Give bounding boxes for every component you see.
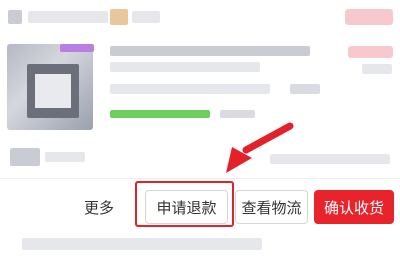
store-name <box>28 11 108 23</box>
store-extra <box>132 11 160 23</box>
service-tag-extra <box>220 110 255 118</box>
product-qty <box>362 64 392 74</box>
product-title-line-1[interactable] <box>110 46 310 56</box>
store-badge <box>110 9 128 25</box>
product-title-line-2[interactable] <box>110 62 260 72</box>
annotation-highlight-box <box>135 181 234 227</box>
service-tag <box>110 110 210 118</box>
bottom-info <box>22 238 262 250</box>
summary-right <box>270 154 390 164</box>
more-button[interactable]: 更多 <box>84 197 114 218</box>
store-icon <box>8 10 22 24</box>
product-image-highlight <box>35 74 71 108</box>
summary-left <box>45 152 85 162</box>
product-tag <box>60 44 94 52</box>
divider <box>0 178 400 179</box>
product-price <box>348 46 393 58</box>
product-image[interactable] <box>7 44 93 130</box>
summary-icon <box>10 148 40 166</box>
order-status <box>345 9 393 25</box>
confirm-receipt-button[interactable]: 确认收货 <box>314 190 394 224</box>
product-spec-extra <box>290 84 320 94</box>
view-logistics-button[interactable]: 查看物流 <box>235 190 308 224</box>
product-spec <box>110 84 270 94</box>
